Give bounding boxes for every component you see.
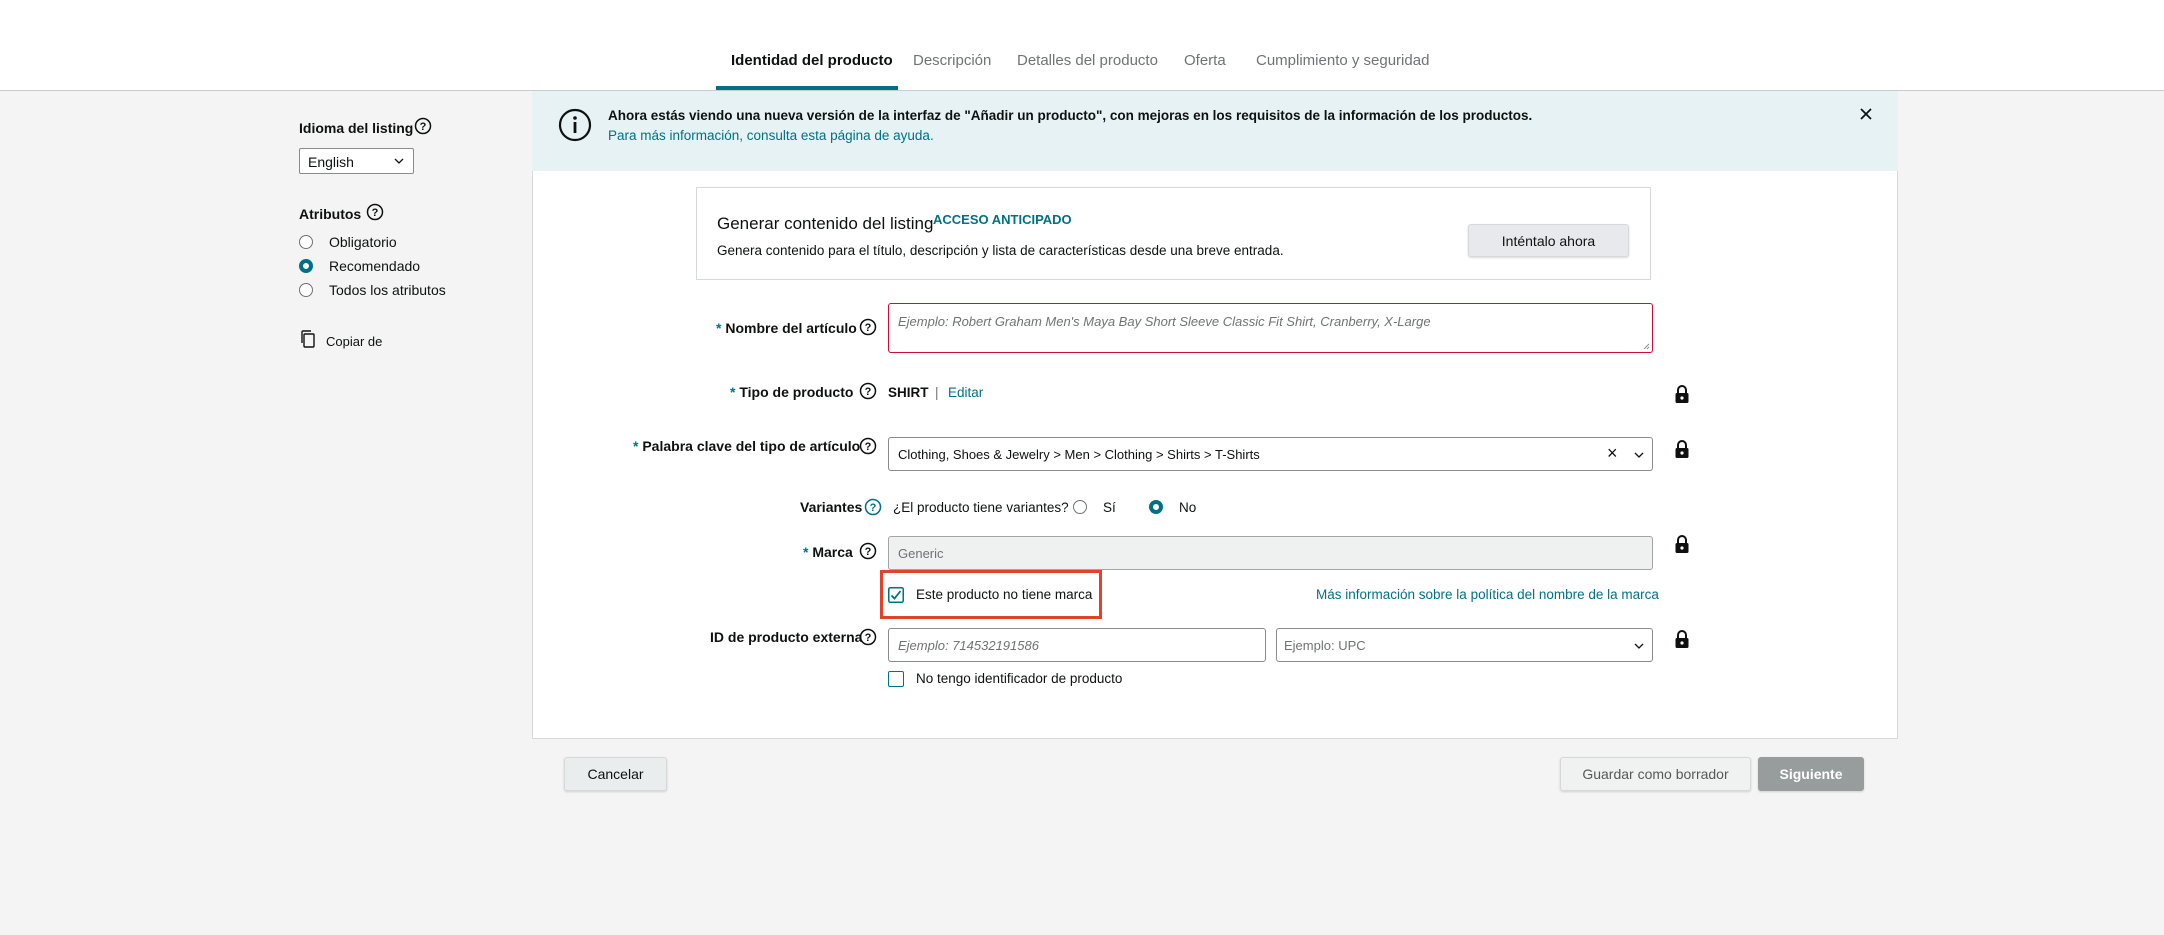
variants-question: ¿El producto tiene variantes? — [893, 500, 1069, 515]
try-now-button[interactable]: Inténtalo ahora — [1468, 224, 1629, 257]
separator: | — [935, 385, 939, 400]
help-icon[interactable]: ? — [859, 318, 877, 336]
cancel-button[interactable]: Cancelar — [564, 757, 667, 791]
lock-icon — [1675, 535, 1689, 553]
lock-icon — [1675, 630, 1689, 648]
svg-text:?: ? — [865, 322, 872, 334]
keyword-label: * Palabra clave del tipo de artículo — [633, 438, 860, 454]
tab-description[interactable]: Descripción — [913, 52, 991, 69]
save-draft-button[interactable]: Guardar como borrador — [1560, 757, 1751, 791]
variants-yes-radio[interactable] — [1073, 500, 1087, 514]
info-icon — [558, 108, 592, 142]
tab-product-identity[interactable]: Identidad del producto — [731, 52, 893, 69]
chevron-down-icon[interactable] — [1634, 451, 1644, 459]
info-banner: Ahora estás viendo una nueva versión de … — [532, 91, 1898, 171]
radio-mandatory[interactable] — [299, 235, 313, 249]
help-icon[interactable]: ? — [859, 542, 877, 560]
early-access-badge: ACCESO ANTICIPADO — [933, 212, 1072, 227]
required-marker: * — [730, 384, 736, 400]
required-marker: * — [633, 438, 639, 454]
language-label: Idioma del listing — [299, 120, 414, 136]
radio-all-attributes[interactable] — [299, 283, 313, 297]
product-type-label: * Tipo de producto — [730, 384, 853, 400]
no-product-id-checkbox[interactable] — [888, 671, 904, 687]
svg-text:?: ? — [870, 502, 877, 514]
next-button[interactable]: Siguiente — [1758, 757, 1864, 791]
attributes-label: Atributos — [299, 206, 362, 222]
svg-text:?: ? — [865, 546, 872, 558]
external-id-placeholder: Ejemplo: 714532191586 — [898, 638, 1039, 653]
variants-yes-label: Sí — [1103, 500, 1116, 515]
svg-text:?: ? — [865, 632, 872, 644]
keyword-label-text: Palabra clave del tipo de artículo — [642, 438, 861, 454]
brand-input[interactable]: Generic — [888, 536, 1653, 570]
svg-text:?: ? — [420, 121, 427, 133]
close-icon[interactable] — [1859, 107, 1873, 121]
required-marker: * — [803, 544, 809, 560]
brand-value: Generic — [898, 546, 944, 561]
chevron-down-icon — [394, 158, 404, 164]
tab-product-details[interactable]: Detalles del producto — [1017, 52, 1158, 69]
banner-help-link[interactable]: Para más información, consulta esta pági… — [608, 128, 934, 143]
edit-product-type-link[interactable]: Editar — [948, 385, 983, 400]
keyword-value: Clothing, Shoes & Jewelry > Men > Clothi… — [898, 447, 1260, 462]
no-brand-label: Este producto no tiene marca — [916, 587, 1093, 602]
brand-policy-link[interactable]: Más información sobre la política del no… — [1316, 587, 1659, 602]
generate-card-description: Genera contenido para el título, descrip… — [717, 243, 1284, 258]
item-name-input[interactable]: Ejemplo: Robert Graham Men's Maya Bay Sh… — [888, 303, 1653, 353]
variants-no-label: No — [1179, 500, 1197, 515]
copy-from-link[interactable]: Copiar de — [326, 334, 382, 349]
product-type-label-text: Tipo de producto — [739, 384, 854, 400]
svg-text:?: ? — [865, 441, 872, 453]
item-name-placeholder: Ejemplo: Robert Graham Men's Maya Bay Sh… — [898, 314, 1431, 329]
radio-all-attributes-label: Todos los atributos — [329, 282, 446, 298]
top-tab-bar: Identidad del producto Descripción Detal… — [0, 0, 2164, 91]
item-name-label: * Nombre del artículo — [716, 320, 857, 336]
product-type-value: SHIRT — [888, 385, 929, 400]
help-icon[interactable]: ? — [864, 498, 882, 516]
resize-handle-icon[interactable] — [1643, 343, 1650, 350]
banner-message: Ahora estás viendo una nueva versión de … — [608, 108, 1533, 123]
generate-card-title: Generar contenido del listing — [717, 214, 934, 233]
help-icon[interactable]: ? — [859, 628, 877, 646]
no-product-id-label: No tengo identificador de producto — [916, 671, 1123, 686]
clear-icon[interactable]: × — [1607, 443, 1618, 464]
radio-recommended[interactable] — [299, 259, 313, 273]
copy-icon[interactable] — [299, 329, 317, 349]
external-id-label: ID de producto externa — [710, 629, 863, 645]
radio-mandatory-label: Obligatorio — [329, 234, 397, 250]
variants-no-radio[interactable] — [1149, 500, 1163, 514]
radio-recommended-label: Recomendado — [329, 258, 421, 274]
tab-offer[interactable]: Oferta — [1184, 52, 1226, 69]
external-id-type-select[interactable]: Ejemplo: UPC — [1276, 628, 1653, 662]
svg-text:?: ? — [372, 207, 379, 219]
required-marker: * — [716, 320, 722, 336]
tab-compliance-safety[interactable]: Cumplimiento y seguridad — [1256, 52, 1429, 69]
help-icon[interactable]: ? — [859, 382, 877, 400]
language-select[interactable]: English — [299, 148, 414, 174]
active-tab-indicator — [716, 86, 898, 90]
keyword-select[interactable]: Clothing, Shoes & Jewelry > Men > Clothi… — [888, 437, 1653, 471]
language-select-value: English — [308, 154, 354, 170]
brand-label-text: Marca — [812, 544, 853, 560]
svg-text:?: ? — [865, 386, 872, 398]
help-icon[interactable]: ? — [859, 437, 877, 455]
chevron-down-icon[interactable] — [1634, 642, 1644, 650]
no-brand-checkbox[interactable] — [888, 587, 904, 603]
external-id-type-placeholder: Ejemplo: UPC — [1284, 638, 1366, 653]
generate-content-card: Generar contenido del listing ACCESO ANT… — [696, 187, 1651, 280]
external-id-input[interactable]: Ejemplo: 714532191586 — [888, 628, 1266, 662]
help-icon[interactable]: ? — [366, 203, 384, 221]
variants-label: Variantes — [800, 499, 863, 515]
lock-icon — [1675, 440, 1689, 458]
brand-label: * Marca — [803, 544, 853, 560]
help-icon[interactable]: ? — [414, 117, 432, 135]
item-name-label-text: Nombre del artículo — [725, 320, 857, 336]
lock-icon — [1675, 385, 1689, 403]
